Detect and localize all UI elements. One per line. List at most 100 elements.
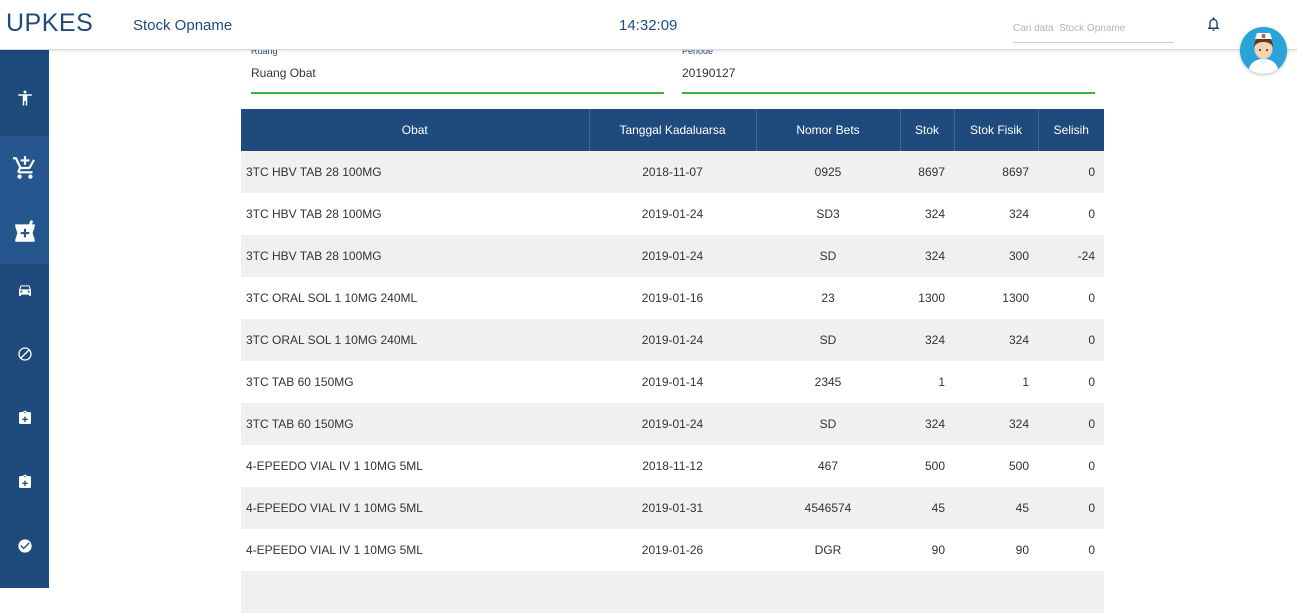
- cell-selisih: 0: [1088, 543, 1095, 557]
- search-input[interactable]: [1013, 14, 1174, 43]
- cell-stok-fisik[interactable]: 324: [954, 319, 1038, 361]
- cell-obat: 3TC TAB 60 150MG: [246, 375, 354, 389]
- cell-nomor-bets: 2345: [814, 375, 842, 389]
- cell-obat: 4-EPEEDO VIAL IV 1 10MG 5ML: [246, 459, 423, 473]
- sidebar-item-car[interactable]: [0, 258, 49, 322]
- cell-stok: 90: [931, 543, 945, 557]
- table-row[interactable]: 3TC HBV TAB 28 100MG 2019-01-24 SD 324 300 -2…: [241, 235, 1104, 277]
- nurse-avatar-icon: [1240, 27, 1287, 74]
- add-shopping-cart-icon: [12, 156, 35, 179]
- cell-obat: 3TC HBV TAB 28 100MG: [246, 207, 382, 221]
- cell-stok-fisik[interactable]: 90: [954, 529, 1038, 571]
- cell-selisih: -24: [1077, 249, 1095, 263]
- car-icon: [18, 285, 31, 296]
- sidebar-item-check[interactable]: [0, 514, 49, 578]
- cell-tanggal-kadaluarsa: 2019-01-31: [641, 501, 704, 515]
- cell-nomor-bets: DGR: [814, 543, 842, 557]
- cell-stok-fisik[interactable]: 1300: [954, 277, 1038, 319]
- cell-stok-fisik[interactable]: 324: [954, 403, 1038, 445]
- table-row[interactable]: 3TC HBV TAB 28 100MG 2019-01-24 SD3 324 324 0: [241, 193, 1104, 235]
- cell-tanggal-kadaluarsa: 2019-01-26: [641, 543, 704, 557]
- table-row[interactable]: 3TC ORAL SOL 1 10MG 240ML 2019-01-16 23 130…: [241, 277, 1104, 319]
- cell-nomor-bets: 4546574: [804, 501, 852, 515]
- local-pharmacy-icon: [14, 220, 35, 242]
- cell-stok: 500: [924, 459, 945, 473]
- cell-tanggal-kadaluarsa: 2019-01-24: [641, 249, 704, 263]
- column-header-tanggal-kadaluarsa[interactable]: Tanggal Kadaluarsa: [588, 109, 756, 151]
- cell-selisih: [1038, 571, 1104, 613]
- cell-obat: 4-EPEEDO VIAL IV 1 10MG 5ML: [246, 543, 423, 557]
- table-row[interactable]: 3TC TAB 60 150MG 2019-01-24 SD 324 324 0: [241, 403, 1104, 445]
- cell-selisih: 0: [1088, 501, 1095, 515]
- sidebar-item-pharmacy[interactable]: [0, 200, 49, 264]
- cell-nomor-bets: 23: [821, 291, 835, 305]
- cell-stok-fisik[interactable]: [954, 571, 1038, 613]
- sidebar-item-medical-1[interactable]: [0, 386, 49, 450]
- cell-selisih: 0: [1088, 459, 1095, 473]
- cell-obat: 3TC ORAL SOL 1 10MG 240ML: [246, 333, 418, 347]
- cell-nomor-bets: [756, 571, 900, 613]
- column-header-obat[interactable]: Obat: [241, 109, 589, 151]
- table-header-row: Obat Tanggal Kadaluarsa Nomor Bets Stok …: [241, 109, 1104, 151]
- cell-nomor-bets: 0925: [814, 165, 842, 179]
- medical-box-icon: [18, 410, 31, 424]
- cell-obat: 3TC HBV TAB 28 100MG: [246, 165, 382, 179]
- cell-stok-fisik[interactable]: 45: [954, 487, 1038, 529]
- cell-stok: [900, 571, 954, 613]
- cell-tanggal-kadaluarsa: 2019-01-14: [641, 375, 704, 389]
- cell-obat: 4-EPEEDO VIAL IV 1 10MG 5ML: [246, 501, 423, 515]
- bell-icon[interactable]: [1205, 15, 1222, 33]
- cell-nomor-bets: SD: [819, 417, 837, 431]
- cell-obat: 3TC HBV TAB 28 100MG: [246, 249, 382, 263]
- table-row[interactable]: [241, 571, 1104, 613]
- check-circle-icon: [17, 539, 32, 553]
- cell-stok-fisik[interactable]: 500: [954, 445, 1038, 487]
- periode-underline: [682, 92, 1095, 94]
- cell-tanggal-kadaluarsa: 2019-01-24: [641, 333, 704, 347]
- sidebar-item-block[interactable]: [0, 322, 49, 386]
- table-row[interactable]: 3TC HBV TAB 28 100MG 2018-11-07 0925 8697 86…: [241, 151, 1104, 193]
- ruang-field[interactable]: Ruang Obat: [251, 66, 316, 80]
- table-row[interactable]: 3TC ORAL SOL 1 10MG 240ML 2019-01-24 SD 324…: [241, 319, 1104, 361]
- cell-nomor-bets: 467: [817, 459, 839, 473]
- cell-stok: 8697: [918, 165, 945, 179]
- table-row[interactable]: 3TC TAB 60 150MG 2019-01-14 2345 1 1 0: [241, 361, 1104, 403]
- cell-stok: 324: [924, 249, 945, 263]
- cell-selisih: 0: [1088, 165, 1095, 179]
- brand-logo[interactable]: UPKES: [6, 9, 93, 38]
- cell-stok-fisik[interactable]: 300: [954, 235, 1038, 277]
- cell-selisih: 0: [1088, 207, 1095, 221]
- cell-stok-fisik[interactable]: 1: [954, 361, 1038, 403]
- table-row[interactable]: 4-EPEEDO VIAL IV 1 10MG 5ML 2018-11-12 467…: [241, 445, 1104, 487]
- cell-tanggal-kadaluarsa: 2019-01-16: [641, 291, 704, 305]
- cell-stok-fisik[interactable]: 8697: [954, 151, 1038, 193]
- cell-selisih: 0: [1088, 333, 1095, 347]
- cell-tanggal-kadaluarsa: 2019-01-24: [641, 417, 704, 431]
- sidebar: [0, 50, 49, 588]
- cell-tanggal-kadaluarsa: 2019-01-24: [641, 207, 704, 221]
- table-row[interactable]: 4-EPEEDO VIAL IV 1 10MG 5ML 2019-01-26 DGR…: [241, 529, 1104, 571]
- periode-field[interactable]: 20190127: [682, 66, 735, 80]
- block-icon: [17, 347, 32, 361]
- cell-tanggal-kadaluarsa: [589, 571, 756, 613]
- cell-nomor-bets: SD3: [816, 207, 840, 221]
- ruang-underline: [251, 92, 664, 94]
- cell-selisih: 0: [1088, 417, 1095, 431]
- column-header-nomor-bets[interactable]: Nomor Bets: [755, 109, 900, 151]
- cell-stok: 1300: [918, 291, 945, 305]
- stock-table: Obat Tanggal Kadaluarsa Nomor Bets Stok …: [241, 109, 1104, 613]
- top-bar: UPKES Stock Opname 14:32:09: [0, 0, 1297, 50]
- user-avatar[interactable]: [1240, 27, 1287, 74]
- cell-stok-fisik[interactable]: 324: [954, 193, 1038, 235]
- cell-obat: 3TC TAB 60 150MG: [246, 417, 354, 431]
- sidebar-item-medical-2[interactable]: [0, 450, 49, 514]
- column-header-stok-fisik[interactable]: Stok Fisik: [953, 109, 1038, 151]
- column-header-stok[interactable]: Stok: [899, 109, 954, 151]
- column-header-selisih[interactable]: Selisih: [1037, 109, 1104, 151]
- medical-box-icon: [18, 474, 31, 488]
- cell-stok: 45: [931, 501, 945, 515]
- sidebar-item-cart[interactable]: [0, 136, 49, 200]
- page-title: Stock Opname: [133, 17, 233, 34]
- sidebar-item-accessibility[interactable]: [0, 66, 49, 130]
- table-row[interactable]: 4-EPEEDO VIAL IV 1 10MG 5ML 2019-01-31 454…: [241, 487, 1104, 529]
